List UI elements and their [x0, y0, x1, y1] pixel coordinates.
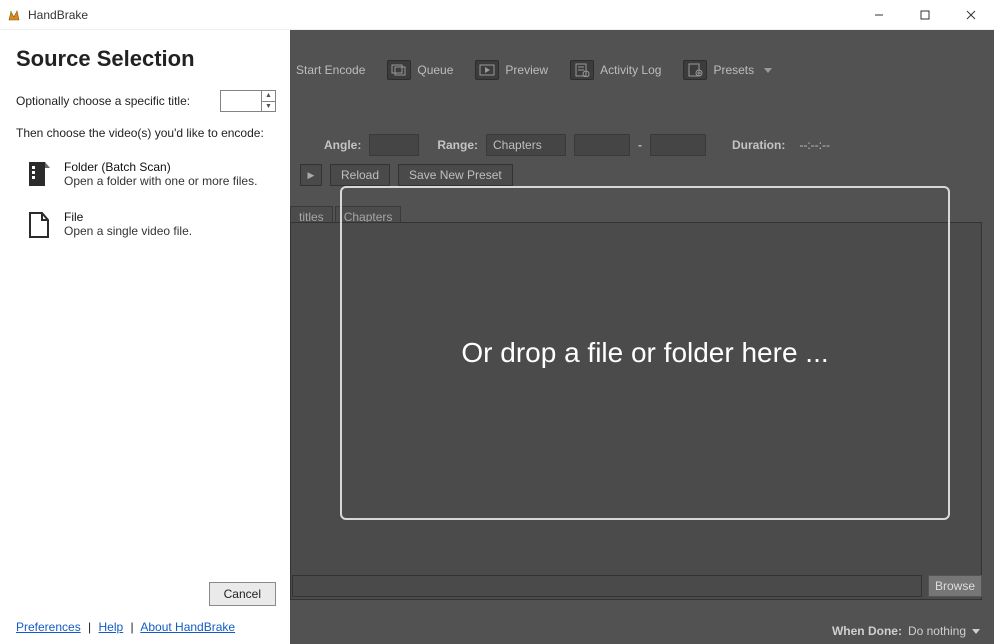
file-option-title: File — [64, 210, 192, 224]
destination-row: Browse — [292, 574, 982, 598]
cancel-button[interactable]: Cancel — [209, 582, 276, 606]
presets-button[interactable]: Presets — [677, 56, 778, 84]
presets-label: Presets — [713, 63, 754, 77]
close-button[interactable] — [948, 0, 994, 29]
toolbar: Start Encode Queue Preview Activity Log — [290, 48, 984, 92]
folder-option[interactable]: Folder (Batch Scan) Open a folder with o… — [16, 154, 276, 204]
file-option[interactable]: File Open a single video file. — [16, 204, 276, 254]
play-indicator[interactable]: ▶ — [300, 164, 322, 186]
spinner-down[interactable]: ▼ — [262, 102, 275, 112]
activity-log-label: Activity Log — [600, 63, 661, 77]
preferences-link[interactable]: Preferences — [16, 620, 81, 634]
drop-zone[interactable]: Or drop a file or folder here ... — [340, 186, 950, 520]
app-title: HandBrake — [28, 8, 88, 22]
queue-button[interactable]: Queue — [381, 56, 459, 84]
browse-button[interactable]: Browse — [928, 575, 982, 597]
activity-log-icon — [570, 60, 594, 80]
window-controls — [856, 0, 994, 29]
title-bar: HandBrake — [0, 0, 994, 30]
minimize-button[interactable] — [856, 0, 902, 29]
spinner-up[interactable]: ▲ — [262, 91, 275, 102]
duration-value: --:--:-- — [799, 138, 830, 152]
folder-option-desc: Open a folder with one or more files. — [64, 174, 257, 188]
start-encode-label: Start Encode — [296, 63, 365, 77]
chevron-down-icon — [764, 68, 772, 73]
range-dash: - — [638, 138, 642, 152]
title-input[interactable] — [221, 91, 261, 111]
when-done-row: When Done: Do nothing — [832, 624, 980, 638]
about-link[interactable]: About HandBrake — [140, 620, 235, 634]
range-type-select[interactable]: Chapters — [486, 134, 566, 156]
preset-button-row: ▶ Reload Save New Preset — [300, 164, 513, 186]
duration-label: Duration: — [732, 138, 785, 152]
queue-label: Queue — [417, 63, 453, 77]
folder-icon — [26, 160, 52, 190]
file-option-desc: Open a single video file. — [64, 224, 192, 238]
preview-button[interactable]: Preview — [469, 56, 554, 84]
help-link[interactable]: Help — [99, 620, 124, 634]
preview-icon — [475, 60, 499, 80]
title-label: Optionally choose a specific title: — [16, 94, 190, 108]
activity-log-button[interactable]: Activity Log — [564, 56, 667, 84]
title-row: Optionally choose a specific title: ▲ ▼ — [16, 90, 276, 112]
file-icon — [26, 210, 52, 240]
drop-zone-text: Or drop a file or folder here ... — [461, 337, 828, 369]
range-label: Range: — [437, 138, 478, 152]
folder-option-title: Folder (Batch Scan) — [64, 160, 257, 174]
source-info-row: Angle: Range: Chapters - Duration: --:--… — [290, 130, 984, 160]
range-start-select[interactable] — [574, 134, 630, 156]
start-encode-button[interactable]: Start Encode — [290, 59, 371, 81]
destination-path-field[interactable] — [292, 575, 922, 597]
app-icon — [6, 7, 22, 23]
queue-icon — [387, 60, 411, 80]
presets-icon — [683, 60, 707, 80]
angle-select[interactable] — [369, 134, 419, 156]
angle-label: Angle: — [324, 138, 361, 152]
preview-label: Preview — [505, 63, 548, 77]
source-selection-panel: Source Selection Optionally choose a spe… — [0, 30, 290, 644]
range-end-select[interactable] — [650, 134, 706, 156]
maximize-button[interactable] — [902, 0, 948, 29]
when-done-value[interactable]: Do nothing — [908, 624, 966, 638]
footer-links: Preferences | Help | About HandBrake — [16, 620, 276, 634]
instruction-text: Then choose the video(s) you'd like to e… — [16, 126, 276, 140]
chevron-down-icon — [972, 629, 980, 634]
when-done-label: When Done: — [832, 624, 902, 638]
save-new-preset-button[interactable]: Save New Preset — [398, 164, 513, 186]
panel-heading: Source Selection — [16, 46, 276, 72]
reload-button[interactable]: Reload — [330, 164, 390, 186]
title-spinner[interactable]: ▲ ▼ — [220, 90, 276, 112]
